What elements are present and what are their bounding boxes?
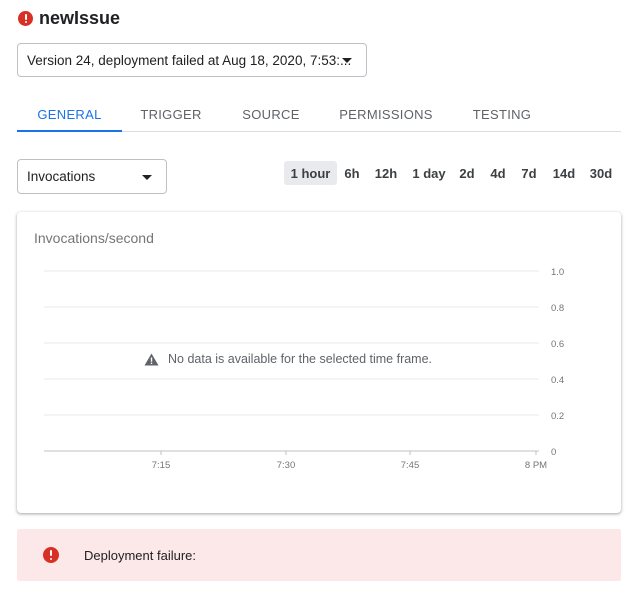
- range-30d[interactable]: 30d: [586, 161, 616, 185]
- range-14d[interactable]: 14d: [549, 161, 579, 185]
- y-tick-label: 0.2: [551, 411, 564, 422]
- y-tick-label: 0.6: [551, 339, 564, 350]
- tab-general[interactable]: GENERAL: [17, 97, 122, 132]
- range-12h[interactable]: 12h: [371, 161, 401, 185]
- error-icon: [43, 547, 59, 563]
- function-name: newIssue: [39, 7, 121, 28]
- no-data-message: No data is available for the selected ti…: [144, 352, 432, 366]
- metrics-chart-card: Invocations/second 0 0.2 0.4 0.6 0.8 1.0 7:15 7…: [17, 212, 621, 513]
- range-2d[interactable]: 2d: [456, 161, 478, 185]
- error-icon: [18, 10, 33, 26]
- warning-icon: [144, 353, 159, 365]
- y-tick-label: 0.8: [551, 303, 564, 314]
- range-6h[interactable]: 6h: [340, 161, 364, 185]
- tab-testing[interactable]: TESTING: [467, 97, 537, 131]
- no-data-text: No data is available for the selected ti…: [168, 352, 433, 366]
- y-tick-label: 0.4: [551, 375, 564, 386]
- dropdown-arrow-icon: [342, 58, 352, 63]
- version-select-value: Version 24, deployment failed at Aug 18,…: [27, 52, 352, 68]
- tab-bar: GENERAL TRIGGER SOURCE PERMISSIONS TESTI…: [17, 97, 621, 132]
- range-4d[interactable]: 4d: [487, 161, 509, 185]
- y-tick-label: 0: [551, 447, 556, 458]
- x-tick-label: 8 PM: [525, 460, 547, 471]
- x-tick-label: 7:30: [277, 460, 296, 471]
- version-select[interactable]: Version 24, deployment failed at Aug 18,…: [17, 43, 367, 77]
- dropdown-arrow-icon: [142, 175, 152, 180]
- y-tick-label: 1.0: [551, 267, 564, 278]
- range-1-day[interactable]: 1 day: [408, 161, 450, 185]
- function-header: newIssue: [18, 6, 120, 30]
- x-tick-label: 7:15: [152, 460, 171, 471]
- x-tick-label: 7:45: [401, 460, 420, 471]
- deployment-failure-message: Deployment failure:: [84, 547, 196, 563]
- deployment-failure-banner: Deployment failure:: [17, 529, 621, 581]
- metric-select[interactable]: Invocations: [17, 159, 167, 194]
- tab-trigger[interactable]: TRIGGER: [135, 97, 207, 131]
- range-1-hour[interactable]: 1 hour: [284, 161, 337, 185]
- tab-permissions[interactable]: PERMISSIONS: [334, 97, 438, 131]
- metric-select-value: Invocations: [27, 169, 96, 184]
- tab-source[interactable]: SOURCE: [236, 97, 306, 131]
- range-7d[interactable]: 7d: [518, 161, 540, 185]
